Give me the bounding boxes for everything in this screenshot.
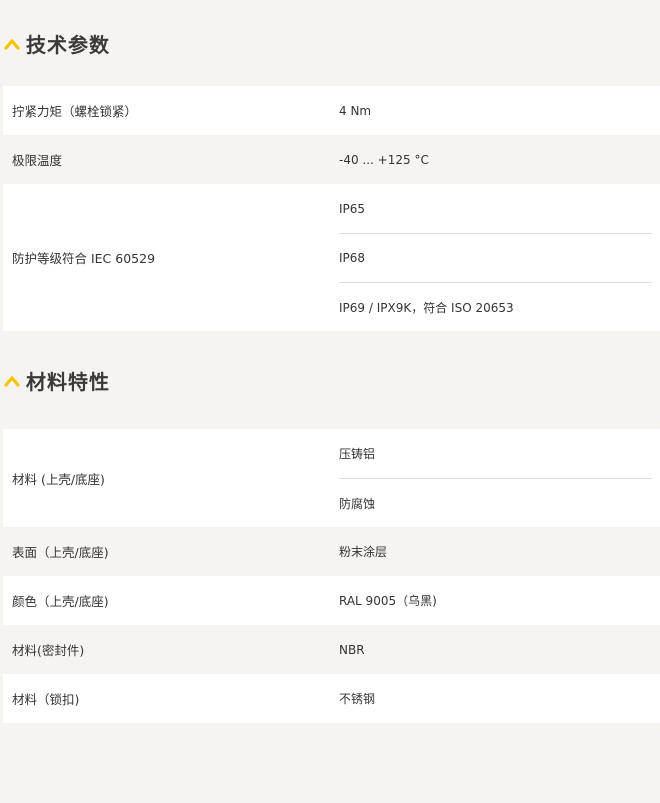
section-title: 技术参数 (26, 32, 110, 57)
row-label: 材料（锁扣) (12, 692, 80, 707)
row-label: 材料(密封件) (12, 643, 85, 658)
row-label: 颜色（上壳/底座) (12, 594, 109, 609)
row-value: 不锈钢 (339, 692, 376, 706)
row-value: 4 Nm (339, 103, 372, 118)
row-value: 粉末涂层 (339, 545, 388, 559)
row-value: IP68 (339, 233, 652, 282)
table-row: 材料(密封件) NBR (3, 625, 660, 674)
row-label: 防护等级符合 IEC 60529 (12, 251, 156, 266)
chevron-up-icon (4, 376, 20, 387)
row-label: 材料 (上壳/底座) (12, 471, 105, 487)
table-row: 材料 (上壳/底座) 压铸铝 防腐蚀 (3, 429, 660, 527)
row-value: NBR (339, 642, 365, 657)
spec-table-technical: 拧紧力矩（螺栓锁紧） 4 Nm 极限温度 -40 ... +125 °C 防护等… (3, 86, 660, 331)
row-value: RAL 9005（乌黑) (339, 594, 437, 608)
row-label: 极限温度 (12, 153, 63, 168)
section-header-technical[interactable]: 技术参数 (0, 0, 660, 86)
table-row: 拧紧力矩（螺栓锁紧） 4 Nm (3, 86, 660, 135)
row-value: -40 ... +125 °C (339, 152, 429, 167)
chevron-up-icon (4, 39, 20, 50)
table-row: 防护等级符合 IEC 60529 IP65 IP68 IP69 / IPX9K，… (3, 184, 660, 331)
row-value: IP65 (339, 201, 366, 216)
row-value: 压铸铝 (339, 447, 376, 461)
section-header-material[interactable]: 材料特性 (0, 331, 660, 429)
table-row: 极限温度 -40 ... +125 °C (3, 135, 660, 184)
section-title: 材料特性 (26, 369, 110, 394)
row-label: 表面（上壳/底座) (12, 545, 109, 560)
table-row: 材料（锁扣) 不锈钢 (3, 674, 660, 723)
row-value: IP69 / IPX9K，符合 ISO 20653 (339, 282, 652, 331)
row-value: 防腐蚀 (339, 478, 652, 527)
spec-table-material: 材料 (上壳/底座) 压铸铝 防腐蚀 表面（上壳/底座) 粉末涂层 颜色（上壳/… (3, 429, 660, 723)
row-label: 拧紧力矩（螺栓锁紧） (12, 104, 138, 119)
table-row: 表面（上壳/底座) 粉末涂层 (3, 527, 660, 576)
table-row: 颜色（上壳/底座) RAL 9005（乌黑) (3, 576, 660, 625)
page-bottom (0, 723, 660, 803)
